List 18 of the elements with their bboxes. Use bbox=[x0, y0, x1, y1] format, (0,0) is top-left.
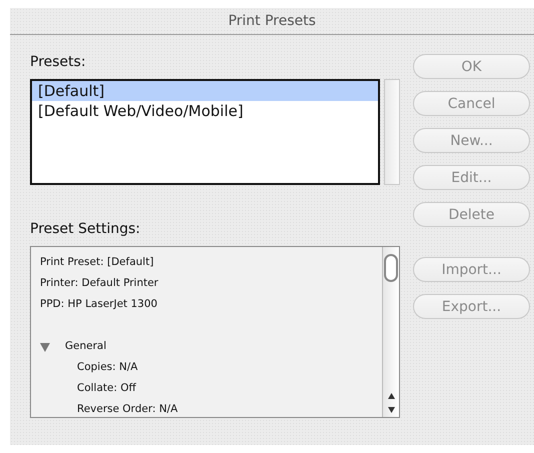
presets-label: Presets: bbox=[30, 54, 86, 70]
expanded-triangle-icon[interactable] bbox=[40, 342, 50, 352]
settings-line: Printer: Default Printer bbox=[40, 276, 158, 291]
settings-line: Print Preset: [Default] bbox=[40, 255, 154, 270]
settings-line: Collate: Off bbox=[77, 381, 136, 396]
settings-line: Reverse Order: N/A bbox=[77, 402, 178, 417]
scroll-bar[interactable] bbox=[384, 79, 400, 185]
preset-item[interactable]: [Default] bbox=[32, 81, 378, 101]
scroll-thumb[interactable] bbox=[384, 254, 398, 282]
settings-line: Copies: N/A bbox=[77, 360, 138, 375]
scroll-bar[interactable] bbox=[382, 247, 399, 417]
settings-group-label: General bbox=[65, 339, 106, 354]
window-title: Print Presets bbox=[228, 13, 316, 29]
preset-settings-label: Preset Settings: bbox=[30, 221, 140, 237]
scroll-down-icon[interactable] bbox=[386, 406, 396, 414]
preset-item[interactable]: [Default Web/Video/Mobile] bbox=[32, 101, 378, 121]
scroll-up-icon[interactable] bbox=[386, 392, 396, 400]
settings-line: PPD: HP LaserJet 1300 bbox=[40, 297, 158, 312]
